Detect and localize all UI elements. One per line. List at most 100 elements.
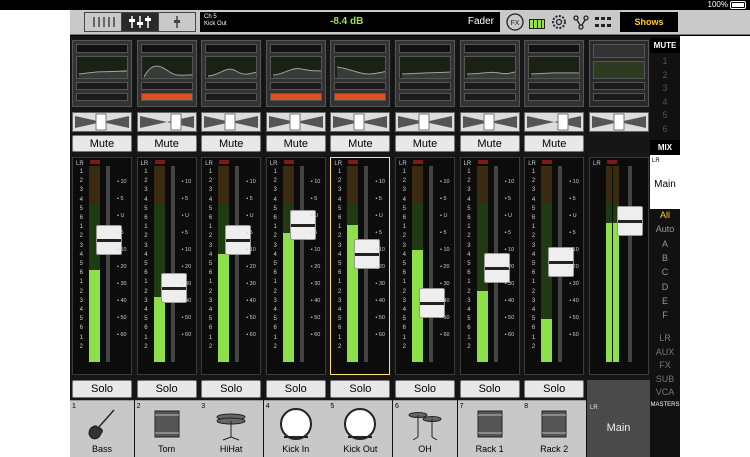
- channel-name-box[interactable]: 2 Tom: [134, 400, 199, 457]
- mute-group-6[interactable]: 6: [650, 124, 680, 134]
- channel-pan-control[interactable]: [524, 112, 585, 132]
- channel-fader[interactable]: LR 12345612345612345612 • 10 • 5 • U • 5 • 1…: [330, 157, 391, 375]
- channel-eq-display[interactable]: [524, 40, 585, 107]
- channel-pan-control[interactable]: [136, 112, 197, 132]
- filter-b[interactable]: B: [650, 253, 680, 263]
- channel-number: 5: [330, 403, 335, 410]
- channel-eq-display[interactable]: [136, 40, 197, 107]
- channel-solo-button[interactable]: Solo: [330, 380, 391, 398]
- right-sidebar: MUTE MIX LR Main MASTERS 1 2 3 4 5 6 All Auto A B…: [650, 36, 680, 457]
- channel-solo-button[interactable]: Solo: [524, 380, 585, 398]
- channel-mute-button[interactable]: Mute: [395, 135, 455, 152]
- mix-selector-main[interactable]: LR Main: [650, 155, 680, 209]
- group-vca[interactable]: VCA: [650, 387, 680, 397]
- channel-solo-button[interactable]: Solo: [459, 380, 520, 398]
- channel-fader[interactable]: LR 12345612345612345612 • 10 • 5 • U • 5 • 1…: [72, 157, 132, 375]
- channel-solo-button[interactable]: Solo: [265, 380, 326, 398]
- group-sub[interactable]: SUB: [650, 374, 680, 384]
- channel-mute-button[interactable]: Mute: [136, 135, 197, 152]
- mute-group-2[interactable]: 2: [650, 70, 680, 80]
- view-mixer-icon[interactable]: [85, 13, 122, 31]
- channel-fader[interactable]: LR 12345612345612345612 • 10 • 5 • U • 5 • 1…: [136, 157, 197, 375]
- channel-fader[interactable]: LR 12345612345612345612 • 10 • 5 • U • 5 • 1…: [459, 157, 520, 375]
- shows-button[interactable]: Shows: [620, 12, 678, 32]
- meter-scale: 12345612345612345612: [338, 169, 342, 350]
- meter-scale: 12345612345612345612: [467, 169, 471, 350]
- group-aux[interactable]: AUX: [650, 347, 680, 357]
- channel-mute-button[interactable]: Mute: [201, 135, 262, 152]
- group-lr[interactable]: LR: [650, 333, 680, 343]
- filter-all[interactable]: All: [650, 210, 680, 220]
- main-balance-control[interactable]: [589, 112, 649, 132]
- channel-input-gain: [205, 44, 258, 53]
- mute-group-4[interactable]: 4: [650, 97, 680, 107]
- channel-fader[interactable]: LR 12345612345612345612 • 10 • 5 • U • 5 • 1…: [524, 157, 585, 375]
- channel-name-box[interactable]: 3 HiHat: [199, 400, 264, 457]
- channel-name-box[interactable]: 6 OH: [393, 400, 457, 457]
- main-fader[interactable]: LR: [589, 157, 649, 375]
- gear-icon[interactable]: [550, 13, 568, 31]
- masters-label[interactable]: MASTERS: [650, 402, 680, 408]
- channel-mute-button[interactable]: Mute: [459, 135, 520, 152]
- channel-name-label: Kick Out: [343, 444, 378, 454]
- channel-solo-button[interactable]: Solo: [72, 380, 132, 398]
- channel-mute-button[interactable]: Mute: [524, 135, 585, 152]
- meter-level: [476, 291, 488, 362]
- mute-group-3[interactable]: 3: [650, 83, 680, 93]
- filter-auto[interactable]: Auto: [650, 224, 680, 234]
- channel-fader[interactable]: LR 12345612345612345612 • 10 • 5 • U • 5 • 1…: [265, 157, 326, 375]
- channel-fader[interactable]: LR 12345612345612345612 • 10 • 5 • U • 5 • 1…: [395, 157, 455, 375]
- main-eq-display[interactable]: [589, 40, 649, 107]
- channel-eq-display[interactable]: [459, 40, 520, 107]
- fx-icon[interactable]: FX: [506, 13, 524, 31]
- channel-info-display[interactable]: Ch 5 Kick Out -8.4 dB Fader: [200, 12, 500, 32]
- channel-pan-control[interactable]: [265, 112, 326, 132]
- mute-group-5[interactable]: 5: [650, 110, 680, 120]
- fader-scale: • 10 • 5 • U • 5 • 10 • 20 • 30 • 40 • 50 • 60: [246, 179, 256, 338]
- filter-d[interactable]: D: [650, 282, 680, 292]
- channel-eq-display[interactable]: [265, 40, 326, 107]
- view-fader-icon[interactable]: [122, 13, 159, 31]
- channel-name-box[interactable]: 8 Rack 2: [522, 400, 587, 457]
- routing-icon[interactable]: [572, 13, 590, 31]
- left-margin: [0, 10, 70, 457]
- main-name-box[interactable]: LR Main: [587, 380, 650, 457]
- channel-pan-control[interactable]: [201, 112, 262, 132]
- channel-name-box[interactable]: 5 Kick Out: [328, 400, 393, 457]
- mute-group-1[interactable]: 1: [650, 56, 680, 66]
- channel-mute-button[interactable]: Mute: [265, 135, 326, 152]
- eq-curve: [399, 56, 453, 79]
- main-fader-cap[interactable]: [617, 205, 643, 236]
- channel-fader[interactable]: LR 12345612345612345612 • 10 • 5 • U • 5 • 1…: [201, 157, 262, 375]
- filter-f[interactable]: F: [650, 310, 680, 320]
- channel-pan-control[interactable]: [72, 112, 132, 132]
- channel-mute-button[interactable]: Mute: [330, 135, 391, 152]
- channel-eq-display[interactable]: [72, 40, 132, 107]
- channel-name-box[interactable]: 1 Bass: [70, 400, 134, 457]
- channel-pan-control[interactable]: [395, 112, 455, 132]
- channel-pan-control[interactable]: [459, 112, 520, 132]
- filter-e[interactable]: E: [650, 296, 680, 306]
- channel-solo-button[interactable]: Solo: [136, 380, 197, 398]
- svg-text:FX: FX: [511, 20, 520, 27]
- layout-icon[interactable]: [594, 13, 612, 31]
- channel-pan-control[interactable]: [330, 112, 391, 132]
- meter-grid-icon[interactable]: [528, 13, 546, 31]
- filter-a[interactable]: A: [650, 239, 680, 249]
- channel-mute-button[interactable]: Mute: [72, 135, 132, 152]
- group-fx[interactable]: FX: [650, 360, 680, 370]
- channel-name-box[interactable]: 4 Kick In: [263, 400, 328, 457]
- channel-eq-display[interactable]: [201, 40, 262, 107]
- channel-solo-button[interactable]: Solo: [201, 380, 262, 398]
- channel-eq-display[interactable]: [395, 40, 455, 107]
- cymbal-icon: [407, 407, 443, 441]
- channel-eq-display[interactable]: [330, 40, 391, 107]
- channel-input-gain: [76, 44, 128, 53]
- comp-indicator: [205, 93, 258, 101]
- fader-level-readout: -8.4 dB: [330, 16, 364, 27]
- view-single-icon[interactable]: [159, 13, 195, 31]
- filter-c[interactable]: C: [650, 267, 680, 277]
- channel-solo-button[interactable]: Solo: [395, 380, 455, 398]
- channel-name-box[interactable]: 7 Rack 1: [457, 400, 522, 457]
- meter-scale: 12345612345612345612: [79, 169, 83, 350]
